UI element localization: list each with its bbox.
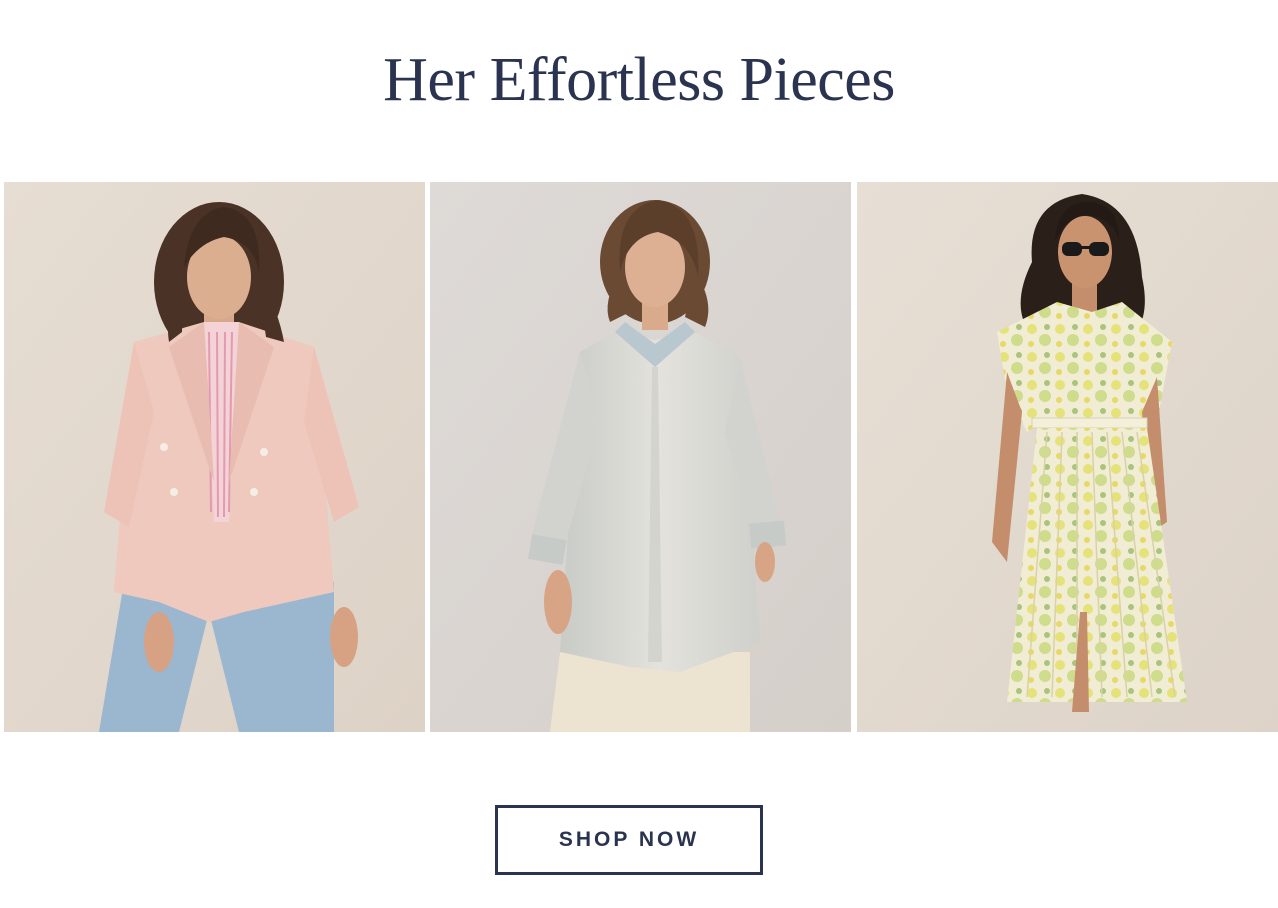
section-title: Her Effortless Pieces: [383, 46, 895, 114]
product-image-floral-dress[interactable]: [857, 182, 1278, 732]
floral-dress-photo: [857, 182, 1278, 732]
shop-now-button[interactable]: SHOP NOW: [495, 805, 763, 875]
product-image-pink-blazer[interactable]: [4, 182, 425, 732]
product-image-satin-shirt[interactable]: [430, 182, 851, 732]
pink-blazer-photo: [4, 182, 425, 732]
satin-shirt-photo: [430, 182, 851, 732]
